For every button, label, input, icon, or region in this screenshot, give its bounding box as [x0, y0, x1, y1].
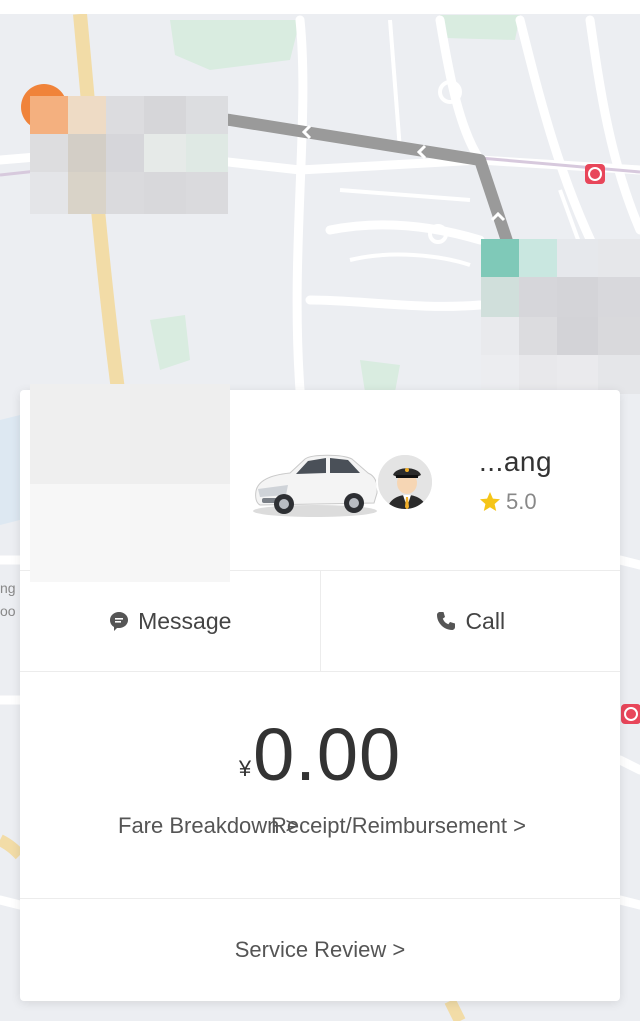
route-arrow-icon: [416, 144, 427, 160]
currency-symbol: ¥: [238, 756, 252, 781]
driver-info-section: ...ang 5.0: [20, 384, 620, 582]
contact-actions: Message Call: [20, 571, 620, 672]
route-arrow-icon: [301, 124, 312, 140]
message-button[interactable]: Message: [20, 571, 320, 671]
star-icon: [480, 492, 500, 511]
fare-value: 0.00: [253, 713, 402, 796]
driver-rating: 5.0: [478, 489, 537, 515]
svg-text:oo: oo: [0, 603, 16, 619]
call-label: Call: [465, 607, 506, 634]
car-image: [253, 454, 378, 517]
blurred-end-label: [481, 239, 640, 394]
receipt-reimbursement-link[interactable]: Receipt/Reimbursement >: [271, 813, 526, 839]
metro-station-icon: [621, 704, 640, 724]
status-bar-area: [0, 0, 640, 14]
call-button[interactable]: Call: [319, 571, 621, 671]
blurred-license-plate: [30, 384, 230, 582]
blurred-start-label: [30, 96, 228, 214]
fare-section: ¥0.00 Fare Breakdown > Receipt/Reimburse…: [20, 672, 620, 899]
message-label: Message: [138, 607, 232, 634]
fare-amount: ¥0.00: [20, 712, 620, 797]
phone-icon: [437, 612, 456, 630]
driver-avatar-icon: [378, 455, 432, 509]
metro-station-icon: [585, 164, 605, 184]
service-review-link[interactable]: Service Review >: [20, 899, 620, 1001]
svg-text:ng: ng: [0, 580, 16, 596]
trip-card: ...ang 5.0 Message Call ¥0.00 Fare Break…: [20, 384, 620, 1001]
rating-value: 5.0: [506, 489, 537, 514]
driver-name: ...ang: [479, 446, 553, 477]
message-icon: [110, 612, 129, 631]
route-arrow-icon: [490, 211, 506, 222]
driver-avatar: [376, 453, 434, 511]
